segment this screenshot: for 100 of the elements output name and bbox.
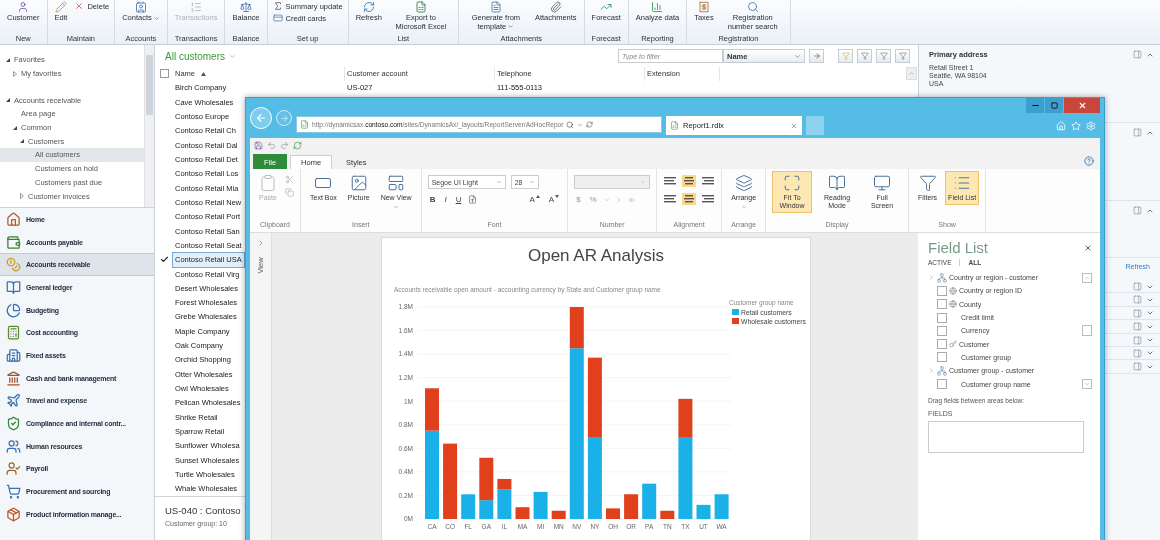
- align-icon[interactable]: [701, 175, 716, 187]
- panel-icon[interactable]: [1133, 50, 1142, 59]
- caret-icon: [740, 204, 747, 210]
- caret-right-icon[interactable]: [19, 193, 25, 200]
- panel-icon[interactable]: [1133, 282, 1142, 291]
- contact-card-icon: [134, 1, 147, 13]
- chevron-down-icon: [1083, 380, 1090, 387]
- forward-button[interactable]: [276, 110, 292, 126]
- close-icon[interactable]: [790, 121, 798, 130]
- align-icon[interactable]: [682, 193, 697, 205]
- scroll-down-button[interactable]: [1081, 378, 1092, 389]
- caret-down-icon[interactable]: [19, 138, 25, 145]
- apply-filter-button[interactable]: [809, 49, 824, 63]
- image-icon: [349, 174, 368, 192]
- help-icon[interactable]: [1084, 155, 1094, 166]
- align-icon[interactable]: [682, 175, 697, 187]
- calculator-icon: [6, 325, 21, 341]
- checkbox[interactable]: [937, 325, 947, 336]
- caret-down-icon[interactable]: [5, 97, 11, 104]
- panel-icon[interactable]: [1133, 322, 1142, 332]
- panel-icon[interactable]: [1133, 128, 1142, 137]
- align-icon[interactable]: [701, 193, 716, 205]
- back-button[interactable]: [250, 107, 272, 129]
- delete-icon: [74, 1, 85, 11]
- refresh-icon: [362, 1, 375, 13]
- package-icon: [6, 506, 21, 522]
- font-size-button[interactable]: A: [546, 195, 562, 204]
- layers-icon: [734, 174, 753, 192]
- building-icon: [6, 347, 21, 363]
- filter-icon: [898, 52, 907, 60]
- search-icon[interactable]: [566, 120, 575, 129]
- scroll-up-button[interactable]: [906, 67, 917, 80]
- scroll-thumb[interactable]: [1081, 325, 1092, 337]
- close-icon[interactable]: [1084, 243, 1092, 252]
- user-icon: [17, 1, 30, 13]
- align-icon[interactable]: [663, 193, 678, 205]
- scroll-up-button[interactable]: [1081, 273, 1092, 283]
- align-icon[interactable]: [663, 175, 678, 187]
- report-title[interactable]: Open AR Analysis: [527, 246, 665, 265]
- list-title[interactable]: All customers: [165, 50, 225, 62]
- settings-icon[interactable]: [1086, 121, 1096, 131]
- redo-icon[interactable]: [280, 140, 289, 150]
- wallet-icon: [6, 234, 21, 250]
- spreadsheet-icon: [414, 1, 427, 13]
- trend-icon: [600, 1, 613, 13]
- scissors-icon[interactable]: [285, 175, 294, 184]
- copy-icon[interactable]: [285, 188, 294, 197]
- filter-button[interactable]: [838, 49, 853, 63]
- globe-icon: [949, 300, 957, 309]
- list-icon: [190, 1, 203, 13]
- checkbox[interactable]: [937, 299, 947, 310]
- fields-drop-area[interactable]: [928, 420, 1084, 453]
- select-all-checkbox[interactable]: [159, 69, 169, 79]
- checkbox[interactable]: [937, 379, 947, 389]
- document-icon[interactable]: [468, 195, 478, 204]
- refresh-icon[interactable]: [586, 121, 594, 128]
- chart-bar: [606, 508, 620, 519]
- refresh-icon[interactable]: [293, 140, 302, 150]
- chevron-right-icon: [928, 274, 935, 282]
- checkbox[interactable]: [937, 312, 947, 323]
- close-button[interactable]: [1064, 98, 1100, 113]
- scrollbar[interactable]: [144, 45, 154, 207]
- globe-icon: [949, 286, 957, 295]
- panel-icon[interactable]: [1133, 348, 1142, 358]
- format-button[interactable]: U: [453, 195, 464, 204]
- star-icon[interactable]: [1071, 121, 1081, 131]
- checkbox[interactable]: [937, 339, 947, 350]
- panel-icon[interactable]: [1133, 362, 1142, 372]
- checkbox[interactable]: [937, 285, 947, 296]
- chart-bar: [533, 491, 548, 519]
- panel-icon[interactable]: [1133, 295, 1142, 305]
- caret-icon: [393, 204, 400, 210]
- format-button[interactable]: I: [442, 195, 449, 204]
- save-icon[interactable]: [254, 140, 263, 150]
- maximize-button[interactable]: [1045, 98, 1063, 113]
- minimize-button[interactable]: [1026, 98, 1044, 113]
- page-icon: [300, 120, 309, 129]
- close-icon: [1077, 101, 1087, 110]
- panel-icon[interactable]: [1133, 206, 1142, 215]
- number-format-select[interactable]: [574, 175, 651, 189]
- caret-icon[interactable]: [229, 52, 236, 60]
- caret-right-icon[interactable]: [12, 70, 18, 77]
- arrow-right-icon: [279, 113, 289, 123]
- panel-icon[interactable]: [1133, 335, 1142, 345]
- caret-icon: [152, 14, 160, 22]
- bar-chart-icon: [651, 1, 664, 13]
- caret-down-icon[interactable]: [5, 56, 11, 63]
- filter-button[interactable]: [857, 49, 872, 63]
- caret-down-icon[interactable]: [12, 124, 18, 131]
- font-size-button[interactable]: A: [527, 195, 542, 204]
- home-icon[interactable]: [1056, 121, 1066, 131]
- undo-icon[interactable]: [267, 140, 276, 150]
- coins-icon: [6, 257, 21, 273]
- filter-button[interactable]: [895, 49, 910, 63]
- format-button[interactable]: B: [427, 195, 438, 204]
- panel-icon[interactable]: [1133, 308, 1142, 318]
- chart-bar: [624, 494, 639, 519]
- paperclip-icon: [549, 1, 562, 13]
- filter-button[interactable]: [876, 49, 891, 63]
- checkbox[interactable]: [937, 352, 947, 363]
